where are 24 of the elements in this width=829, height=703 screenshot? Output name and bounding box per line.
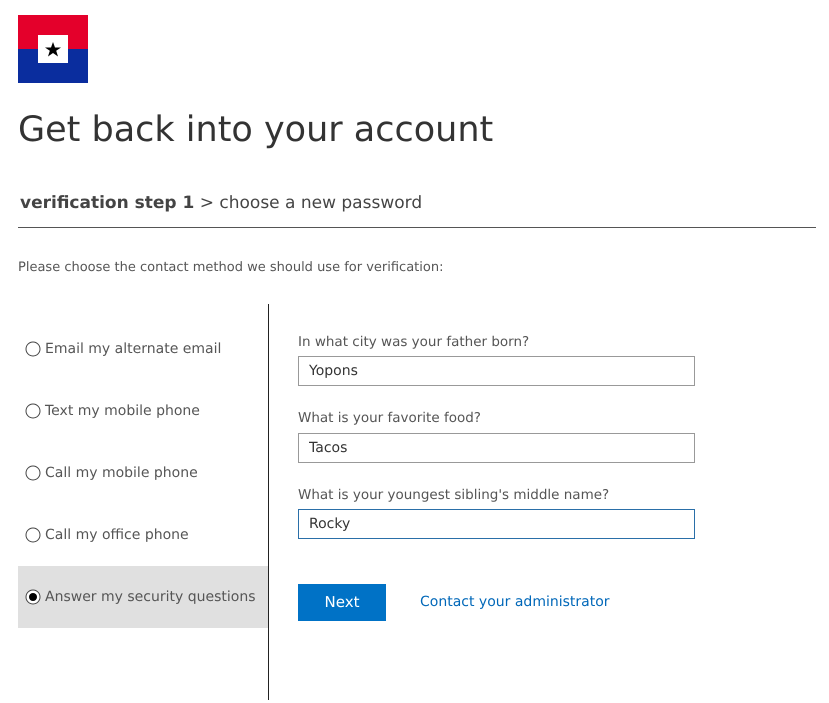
radio-button[interactable] [25, 465, 41, 481]
instruction-text: Please choose the contact method we should use for verification: [18, 258, 444, 276]
contact-method-option[interactable]: Email my alternate email [18, 318, 268, 380]
step-label: verification step 1 [20, 193, 194, 213]
answer-field[interactable]: Tacos [298, 432, 695, 462]
next-button[interactable]: Next [298, 584, 386, 621]
step-separator: > [198, 193, 215, 213]
radio-button[interactable] [25, 589, 41, 605]
contact-method-option[interactable]: Answer my security questions [18, 566, 268, 628]
question-label: In what city was your father born? [298, 333, 530, 352]
logo [18, 15, 88, 83]
question-label: What is your youngest sibling's middle name? [298, 486, 610, 504]
step-label: choose a new password [219, 193, 422, 213]
answer-field[interactable]: Rocky [298, 508, 695, 539]
question-label: What is your favorite food? [298, 409, 482, 428]
contact-method-option[interactable]: Text my mobile phone [18, 380, 268, 442]
contact-method-option[interactable]: Call my mobile phone [18, 442, 268, 504]
page-title: Get back into your account [18, 109, 494, 151]
answer-field[interactable]: Yopons [298, 356, 695, 386]
contact-method-option[interactable]: Call my office phone [18, 504, 268, 566]
radio-button[interactable] [25, 403, 41, 419]
radio-button[interactable] [25, 341, 41, 357]
radio-button[interactable] [25, 527, 41, 543]
contact-admin-link[interactable]: Contact your administrator [420, 592, 610, 613]
